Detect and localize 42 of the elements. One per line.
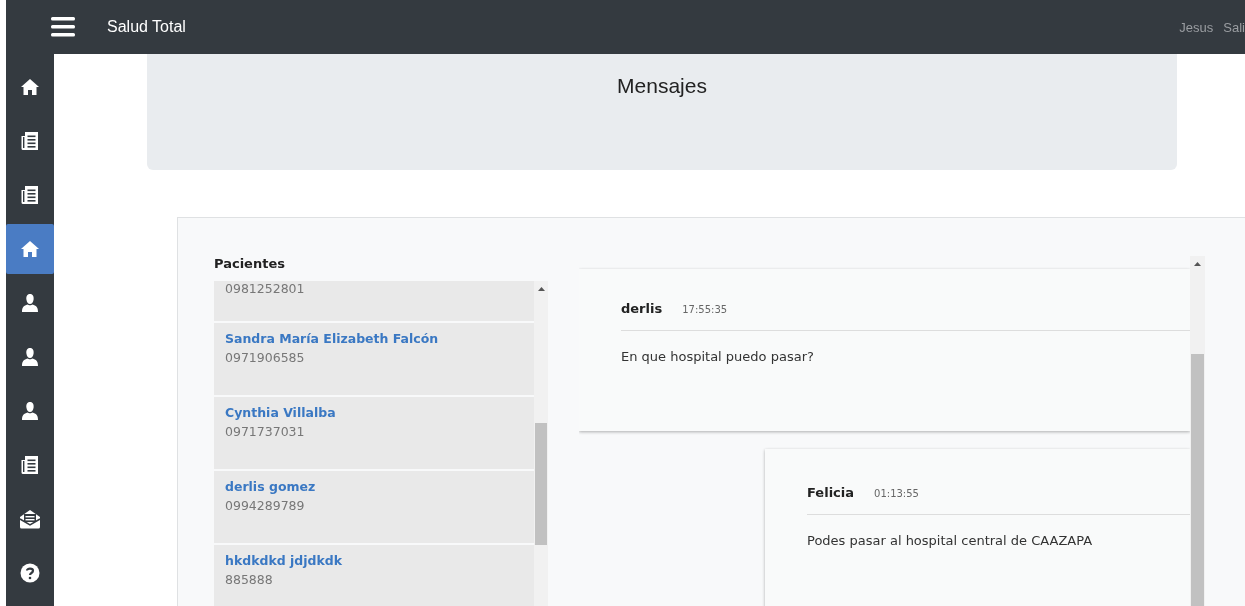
section-title: Pacientes	[214, 256, 286, 271]
user-icon	[21, 401, 39, 421]
home-icon	[20, 240, 40, 258]
patient-phone: 0981252801	[225, 281, 305, 296]
message-time: 17:55:35	[682, 304, 728, 315]
help-icon	[20, 563, 40, 583]
scroll-up-icon[interactable]	[537, 287, 545, 291]
patient-phone: 0971906585	[225, 350, 305, 365]
message-author: Felicia	[807, 485, 855, 500]
logout-link[interactable]: Sali	[1223, 19, 1245, 35]
menu-icon[interactable]	[51, 17, 75, 37]
patient-name[interactable]: Sandra María Elizabeth Falcón	[225, 331, 439, 346]
user-link[interactable]: Jesus	[1179, 19, 1214, 35]
patient-item[interactable]: derlis gomez 0994289789	[214, 471, 534, 543]
patient-item[interactable]: 0981252801	[214, 281, 534, 321]
scrollbar-thumb[interactable]	[535, 423, 547, 545]
patient-name[interactable]: Cynthia Villalba	[225, 405, 336, 420]
patient-phone: 0994289789	[225, 498, 305, 513]
envelope-icon	[19, 509, 41, 529]
document-icon	[21, 455, 39, 475]
scrollbar[interactable]	[1190, 256, 1205, 606]
app-title[interactable]: Salud Total	[107, 18, 186, 36]
document-icon	[21, 185, 39, 205]
user-icon	[21, 293, 39, 313]
patient-name[interactable]: hkdkdkd jdjdkdk	[225, 553, 343, 568]
patient-item[interactable]: hkdkdkd jdjdkdk 885888	[214, 545, 534, 606]
document-icon	[21, 131, 39, 151]
home-icon	[20, 78, 40, 96]
scrollbar-thumb[interactable]	[1191, 354, 1204, 606]
scroll-up-icon[interactable]	[1194, 262, 1201, 266]
page-title: Mensajes	[617, 74, 707, 99]
patient-item[interactable]: Sandra María Elizabeth Falcón 0971906585	[214, 323, 534, 395]
patient-name[interactable]: derlis gomez	[225, 479, 316, 494]
message-author: derlis	[621, 301, 663, 316]
message-time: 01:13:55	[874, 488, 919, 499]
patient-phone: 885888	[225, 572, 273, 587]
scrollbar[interactable]	[534, 281, 548, 606]
message-text: En que hospital puedo pasar?	[621, 349, 815, 364]
patient-phone: 0971737031	[225, 424, 305, 439]
user-icon	[21, 347, 39, 367]
message-text: Podes pasar al hospital central de CAAZAPA	[807, 533, 1094, 548]
patient-item[interactable]: Cynthia Villalba 0971737031	[214, 397, 534, 469]
